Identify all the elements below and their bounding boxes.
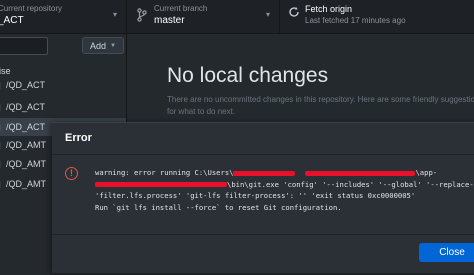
repository-group-label: ise bbox=[0, 66, 11, 76]
branch-icon bbox=[137, 8, 147, 22]
error-line-1a: warning: error running C:\Users\ bbox=[95, 168, 234, 177]
dialog-header: Error bbox=[52, 123, 474, 155]
add-button[interactable]: Add ▼ bbox=[82, 37, 124, 54]
fetch-origin-button[interactable]: Fetch origin Last fetched 17 minutes ago bbox=[280, 0, 474, 33]
error-line-3: 'filter.lfs.process' 'git-lfs filter-pro… bbox=[95, 191, 416, 200]
error-icon: ! bbox=[65, 167, 78, 180]
repository-name: /QD_ACT bbox=[6, 80, 46, 90]
filter-input[interactable] bbox=[0, 37, 48, 55]
error-line-1b: \app- bbox=[415, 168, 438, 177]
redaction-mark bbox=[305, 170, 416, 176]
toolbar: Current repository _ACT ▾ Current branch… bbox=[0, 0, 474, 34]
add-button-label: Add bbox=[90, 40, 107, 51]
current-branch-dropdown[interactable]: Current branch master ▾ bbox=[127, 0, 280, 33]
chevron-down-icon: ▾ bbox=[266, 10, 271, 19]
error-line-2a: \bin\git.exe 'config' '--includes' '--gl… bbox=[227, 179, 474, 189]
chevron-down-icon: ▾ bbox=[113, 10, 118, 19]
current-repository-value: _ACT bbox=[0, 15, 24, 26]
last-fetched-text: Last fetched 17 minutes ago bbox=[305, 16, 406, 25]
current-repository-label: Current repository bbox=[0, 4, 63, 13]
repository-list-item[interactable]: ▯ /QD_ACT bbox=[0, 98, 126, 116]
error-line-4: Run `git lfs install --force` to reset G… bbox=[95, 202, 342, 212]
dialog-footer: Close bbox=[52, 234, 474, 275]
current-branch-value: master bbox=[154, 15, 185, 26]
current-branch-label: Current branch bbox=[154, 4, 208, 13]
repository-name: /QD_ACT bbox=[6, 122, 46, 132]
close-button[interactable]: Close bbox=[419, 243, 474, 262]
error-dialog: Error ! warning: error running C:\Users\… bbox=[52, 122, 474, 273]
repository-name: /QD_AMT bbox=[6, 159, 47, 169]
repository-name: /QD_AMT bbox=[6, 140, 47, 150]
no-local-changes-title: No local changes bbox=[167, 64, 329, 87]
error-message: warning: error running C:\Users\ \app- \b… bbox=[95, 167, 474, 213]
redaction-mark bbox=[233, 170, 296, 176]
no-local-changes-description: There are no uncommitted changes in this… bbox=[167, 95, 474, 116]
repository-name: /QD_ACT bbox=[6, 102, 46, 112]
redaction-mark bbox=[95, 182, 227, 187]
repository-name: /QD_AMT bbox=[6, 179, 47, 189]
current-repository-dropdown[interactable]: Current repository _ACT ▾ bbox=[0, 0, 127, 33]
dialog-title: Error bbox=[65, 132, 92, 144]
repository-list-item[interactable]: ▯ /QD_ACT bbox=[0, 76, 126, 94]
caret-down-icon: ▼ bbox=[110, 42, 116, 49]
refresh-icon bbox=[289, 7, 299, 17]
fetch-origin-title: Fetch origin bbox=[305, 4, 353, 14]
